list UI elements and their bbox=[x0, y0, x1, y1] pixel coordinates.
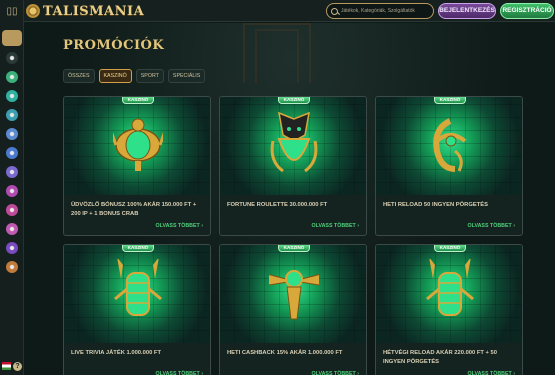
promo-icon[interactable] bbox=[6, 242, 18, 254]
promo-title: LIVE TRIVIA JÁTÉK 1.000.000 FT bbox=[71, 350, 161, 356]
promo-title: FORTUNE ROULETTE 30.000.000 FT bbox=[227, 202, 328, 208]
category-badge: KASZINÓ bbox=[278, 245, 310, 252]
tab-all[interactable]: ÖSSZES bbox=[63, 69, 95, 83]
twin-jackal-icon bbox=[113, 257, 163, 327]
chevron-right-icon: › bbox=[511, 371, 515, 375]
promo-card[interactable]: KASZINÓ FORTUNE ROULETTE 30.000.000 FT OLV… bbox=[219, 96, 367, 236]
help-icon[interactable]: ? bbox=[13, 362, 22, 371]
chevron-right-icon: › bbox=[355, 371, 359, 375]
promo-title: HÉTVÉGI RELOAD AKÁR 220.000 FT + 50 INGY… bbox=[383, 350, 497, 365]
read-more-label: OLVASS TÖBBET bbox=[155, 223, 200, 229]
tab-casino[interactable]: KASZINÓ bbox=[98, 69, 132, 83]
promo-card[interactable]: KASZINÓ HÉTVÉGI RELOAD AKÁR 220.000 FT + … bbox=[375, 244, 523, 375]
promo-image[interactable] bbox=[64, 245, 210, 343]
chevron-right-icon: › bbox=[355, 223, 359, 229]
promo-card[interactable]: KASZINÓ HETI RELOAD 50 INGYEN PÖRGETÉS OLV… bbox=[375, 96, 523, 236]
winged-sun-icon bbox=[262, 259, 326, 327]
chevron-right-icon: › bbox=[511, 223, 515, 229]
read-more-label: OLVASS TÖBBET bbox=[311, 223, 356, 229]
search-placeholder: Játékok, Kategóriák, Szolgáltatók bbox=[341, 8, 415, 14]
read-more-link[interactable]: OLVASS TÖBBET › bbox=[156, 371, 204, 375]
read-more-label: OLVASS TÖBBET bbox=[311, 371, 356, 375]
category-badge: KASZINÓ bbox=[122, 245, 154, 252]
read-more-label: OLVASS TÖBBET bbox=[467, 223, 512, 229]
casino-icon[interactable] bbox=[6, 52, 18, 64]
chevron-right-icon: › bbox=[199, 223, 203, 229]
tournament-icon[interactable] bbox=[6, 185, 18, 197]
read-more-link[interactable]: OLVASS TÖBBET › bbox=[312, 223, 360, 229]
read-more-link[interactable]: OLVASS TÖBBET › bbox=[468, 223, 516, 229]
read-more-link[interactable]: OLVASS TÖBBET › bbox=[312, 371, 360, 375]
temple-decoration-inner bbox=[255, 29, 299, 83]
eye-of-horus-icon bbox=[425, 111, 475, 179]
logo[interactable]: TALISMANIA bbox=[26, 2, 144, 20]
live-icon[interactable] bbox=[6, 71, 18, 83]
search-input[interactable]: Játékok, Kategóriák, Szolgáltatók bbox=[326, 3, 434, 19]
heart-icon[interactable] bbox=[6, 261, 18, 273]
read-more-link[interactable]: OLVASS TÖBBET › bbox=[156, 223, 204, 229]
promo-tabs: ÖSSZES KASZINÓ SPORT SPECIÁLIS bbox=[63, 69, 206, 83]
table-icon[interactable] bbox=[6, 109, 18, 121]
logo-text: TALISMANIA bbox=[43, 3, 145, 19]
jackpot-icon[interactable] bbox=[6, 90, 18, 102]
tab-special[interactable]: SPECIÁLIS bbox=[167, 69, 206, 83]
chevron-right-icon: › bbox=[199, 371, 203, 375]
sidebar: ▯▯ ? bbox=[0, 0, 24, 375]
twin-jackal-icon bbox=[425, 257, 475, 327]
search-icon bbox=[331, 7, 338, 15]
scarab-icon bbox=[109, 111, 167, 179]
category-badge: KASZINÓ bbox=[278, 97, 310, 104]
read-more-label: OLVASS TÖBBET bbox=[467, 371, 512, 375]
sidebar-toggle-icon[interactable]: ▯▯ bbox=[5, 6, 19, 18]
promo-card[interactable]: KASZINÓ LIVE TRIVIA JÁTÉK 1.000.000 FT OLV… bbox=[63, 244, 211, 375]
category-badge: KASZINÓ bbox=[434, 245, 466, 252]
slots-icon[interactable] bbox=[6, 128, 18, 140]
promo-title: HETI RELOAD 50 INGYEN PÖRGETÉS bbox=[383, 202, 489, 208]
category-badge: KASZINÓ bbox=[122, 97, 154, 104]
main-content: PROMÓCIÓK ÖSSZES KASZINÓ SPORT SPECIÁLIS… bbox=[25, 23, 555, 375]
promo-title: ÜDVÖZLŐ BÓNUSZ 100% AKÁR 150.000 FT + 20… bbox=[71, 202, 197, 217]
hungarian-flag-icon[interactable] bbox=[2, 362, 11, 370]
read-more-label: OLVASS TÖBBET bbox=[155, 371, 200, 375]
promo-image[interactable] bbox=[376, 245, 522, 343]
promo-image[interactable] bbox=[220, 97, 366, 195]
bonus-icon[interactable] bbox=[6, 147, 18, 159]
category-badge: KASZINÓ bbox=[434, 97, 466, 104]
register-button[interactable]: REGISZTRÁCIÓ bbox=[500, 3, 554, 19]
read-more-link[interactable]: OLVASS TÖBBET › bbox=[468, 371, 516, 375]
promo-image[interactable] bbox=[220, 245, 366, 343]
promo-image[interactable] bbox=[376, 97, 522, 195]
scatter-icon[interactable] bbox=[6, 223, 18, 235]
header: TALISMANIA Játékok, Kategóriák, Szolgált… bbox=[24, 0, 555, 22]
promo-image[interactable] bbox=[64, 97, 210, 195]
promo-title: HETI CASHBACK 15% AKÁR 1.000.000 FT bbox=[227, 350, 343, 356]
page-title: PROMÓCIÓK bbox=[63, 38, 165, 53]
promo-card[interactable]: KASZINÓ ÜDVÖZLŐ BÓNUSZ 100% AKÁR 150.000 … bbox=[63, 96, 211, 236]
tab-sport[interactable]: SPORT bbox=[135, 69, 164, 83]
sidebar-item-home[interactable] bbox=[2, 30, 22, 46]
vip-icon[interactable] bbox=[6, 204, 18, 216]
anubis-icon bbox=[269, 111, 319, 179]
shop-icon[interactable] bbox=[6, 166, 18, 178]
logo-emblem-icon bbox=[26, 4, 40, 18]
login-button[interactable]: BEJELENTKEZÉS bbox=[438, 3, 496, 19]
promo-card[interactable]: KASZINÓ HETI CASHBACK 15% AKÁR 1.000.000 … bbox=[219, 244, 367, 375]
